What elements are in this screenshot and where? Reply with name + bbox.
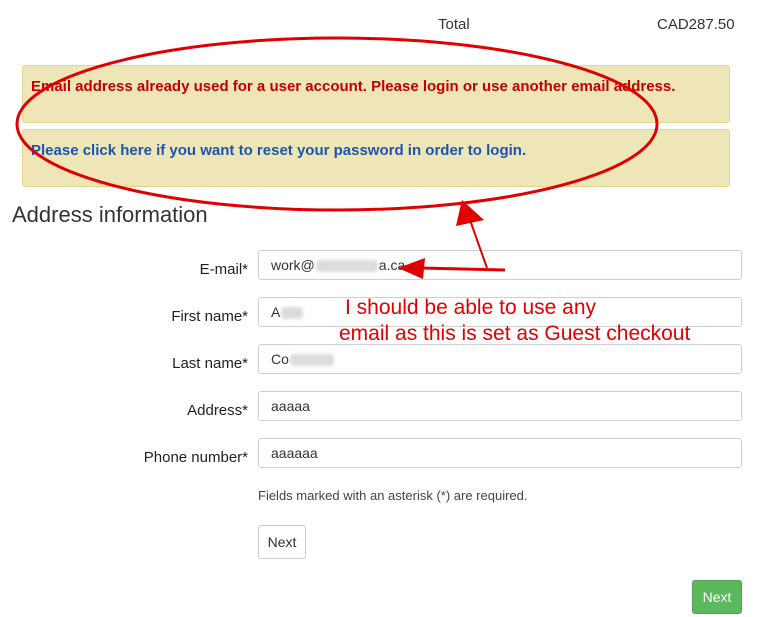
email-value-prefix: work@ xyxy=(271,257,315,273)
annotation-text-line1: I should be able to use any xyxy=(345,296,597,319)
phone-label: Phone number* xyxy=(143,449,248,466)
last-name-value: Co xyxy=(271,351,289,367)
email-used-alert: Email address already used for a user ac… xyxy=(22,65,730,123)
email-field[interactable]: work@ a.ca xyxy=(258,250,742,280)
alert-error-text: Email address already used for a user ac… xyxy=(31,78,676,95)
first-name-label: First name* xyxy=(171,308,248,325)
redacted-blur xyxy=(315,260,378,273)
annotation-text-line2: email as this is set as Guest checkout xyxy=(339,322,691,345)
redacted-blur xyxy=(289,354,334,367)
next-button-primary[interactable]: Next xyxy=(692,580,742,614)
phone-field[interactable] xyxy=(258,438,742,468)
address-field[interactable] xyxy=(258,391,742,421)
address-label: Address* xyxy=(187,402,248,419)
section-title: Address information xyxy=(12,202,208,227)
email-value-suffix: a.ca xyxy=(378,257,406,273)
annotation-arrow-up-head xyxy=(456,200,484,226)
redacted-blur xyxy=(281,307,304,320)
last-name-label: Last name* xyxy=(172,355,248,372)
required-fields-note: Fields marked with an asterisk (*) are r… xyxy=(258,488,528,503)
email-label: E-mail* xyxy=(199,261,248,278)
reset-password-alert: Please click here if you want to reset y… xyxy=(22,129,730,187)
total-label: Total xyxy=(438,16,470,33)
reset-password-link[interactable]: Please click here if you want to reset y… xyxy=(31,142,526,159)
last-name-field[interactable]: Co xyxy=(258,344,742,374)
next-button-secondary[interactable]: Next xyxy=(258,525,306,559)
total-value: CAD287.50 xyxy=(657,16,735,33)
first-name-value: A xyxy=(271,304,281,320)
order-total-row: Total CAD287.50 xyxy=(0,14,758,36)
